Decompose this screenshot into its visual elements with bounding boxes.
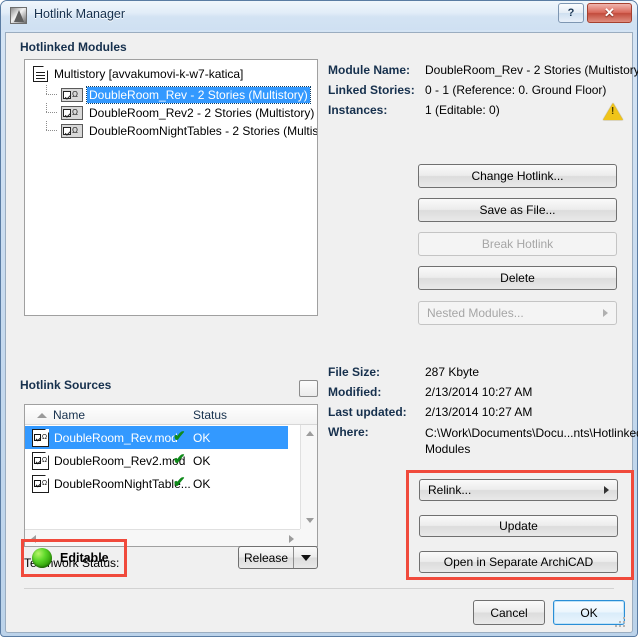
- window-controls: ? ✕: [558, 3, 632, 23]
- mod-file-icon: Ω: [32, 474, 49, 493]
- where-key: Where:: [328, 425, 369, 439]
- hotlinked-modules-label: Hotlinked Modules: [20, 40, 127, 54]
- hotlink-sources-list[interactable]: Name Status Ω DoubleRoom_Rev.mod ✔ OK Ω …: [24, 404, 318, 547]
- mod-file-icon: Ω: [32, 451, 49, 470]
- source-row-doubleroom-rev2[interactable]: Ω DoubleRoom_Rev2.mod ✔ OK: [25, 449, 288, 472]
- tree-elbow-icon: [43, 103, 61, 121]
- sources-vertical-scrollbar[interactable]: [300, 425, 317, 529]
- linked-stories-value: 0 - 1 (Reference: 0. Ground Floor): [425, 83, 607, 97]
- sources-expand-button[interactable]: [299, 380, 318, 397]
- source-status: OK: [193, 476, 211, 491]
- module-file-icon: [33, 66, 48, 82]
- chevron-right-icon: [604, 486, 609, 494]
- sources-header-row: Name Status: [25, 405, 317, 425]
- source-row-doubleroom-nighttables[interactable]: Ω DoubleRoomNightTable... ✔ OK: [25, 472, 288, 495]
- module-name-key: Module Name:: [328, 63, 411, 77]
- delete-button[interactable]: Delete: [418, 266, 617, 290]
- scroll-down-button[interactable]: [301, 512, 317, 529]
- resize-grip[interactable]: [614, 616, 626, 628]
- modified-value: 2/13/2014 10:27 AM: [425, 385, 533, 399]
- hotlink-sources-label: Hotlink Sources: [20, 378, 112, 392]
- break-hotlink-button: Break Hotlink: [418, 232, 617, 256]
- tree-item-doubleroom-rev[interactable]: Ω DoubleRoom_Rev - 2 Stories (Multistory…: [43, 85, 317, 104]
- triangle-up-icon: [305, 431, 314, 436]
- source-row-doubleroom-rev[interactable]: Ω DoubleRoom_Rev.mod ✔ OK: [25, 426, 288, 449]
- footer-divider: [24, 588, 614, 589]
- chevron-right-icon: [603, 309, 608, 317]
- teamwork-led-icon: [32, 548, 52, 568]
- tree-item-label: DoubleRoom_Rev - 2 Stories (Multistory): [86, 85, 311, 104]
- check-icon: ✔: [173, 428, 186, 445]
- relink-label: Relink...: [428, 483, 472, 497]
- source-name: DoubleRoomNightTable...: [54, 476, 191, 491]
- modified-key: Modified:: [328, 385, 382, 399]
- nested-modules-dropdown: Nested Modules...: [418, 301, 617, 325]
- cancel-button[interactable]: Cancel: [473, 600, 545, 625]
- dialog-body: Hotlinked Modules Multistory [avvakumovi…: [5, 32, 638, 633]
- scroll-up-button[interactable]: [301, 425, 317, 442]
- linked-stories-key: Linked Stories:: [328, 83, 415, 97]
- nested-modules-label: Nested Modules...: [427, 306, 524, 320]
- hotlink-module-icon: Ω: [61, 87, 83, 102]
- where-value: C:\Work\Documents\Docu...nts\Hotlinked M…: [425, 426, 638, 456]
- module-name-value: DoubleRoom_Rev - 2 Stories (Multistory): [425, 63, 638, 77]
- sort-ascending-icon[interactable]: [37, 413, 47, 418]
- triangle-down-icon: [305, 518, 314, 523]
- instances-key: Instances:: [328, 103, 388, 117]
- tree-item-label: DoubleRoom_Rev2 - 2 Stories (Multistory): [89, 105, 315, 120]
- scroll-corner: [300, 529, 317, 546]
- instances-value: 1 (Editable: 0): [425, 103, 500, 117]
- window-title: Hotlink Manager: [34, 7, 126, 21]
- help-button[interactable]: ?: [558, 3, 584, 23]
- source-status: OK: [193, 453, 211, 468]
- column-header-name[interactable]: Name: [53, 408, 85, 422]
- tree-elbow-icon: [43, 85, 61, 103]
- release-dropdown-arrow[interactable]: [293, 547, 317, 568]
- last-updated-key: Last updated:: [328, 405, 407, 419]
- file-size-key: File Size:: [328, 365, 381, 379]
- triangle-right-icon: [289, 534, 294, 543]
- change-hotlink-button[interactable]: Change Hotlink...: [418, 164, 617, 188]
- tree-elbow-icon: [43, 121, 61, 139]
- chevron-down-icon: [300, 554, 311, 561]
- file-size-value: 287 Kbyte: [425, 365, 480, 379]
- update-button[interactable]: Update: [419, 515, 618, 537]
- warning-triangle-icon: [603, 103, 623, 120]
- tree-item-doubleroom-nighttables[interactable]: Ω DoubleRoomNightTables - 2 Stories (Mul…: [43, 121, 318, 139]
- scroll-right-button[interactable]: [283, 530, 300, 546]
- tree-root-node[interactable]: Multistory [avvakumovi-k-w7-katica]: [33, 66, 243, 82]
- hotlink-module-icon: Ω: [61, 123, 83, 138]
- close-button[interactable]: ✕: [587, 3, 632, 23]
- hotlink-module-icon: Ω: [61, 105, 83, 120]
- archicad-app-icon: [10, 7, 27, 24]
- save-as-file-button[interactable]: Save as File...: [418, 198, 617, 222]
- last-updated-value: 2/13/2014 10:27 AM: [425, 405, 533, 419]
- source-name: DoubleRoom_Rev2.mod: [54, 453, 186, 468]
- tree-item-doubleroom-rev2[interactable]: Ω DoubleRoom_Rev2 - 2 Stories (Multistor…: [43, 103, 317, 121]
- release-split-button[interactable]: Release: [238, 546, 318, 569]
- source-name: DoubleRoom_Rev.mod: [54, 430, 178, 445]
- source-status: OK: [193, 430, 211, 445]
- tree-children: Ω DoubleRoom_Rev - 2 Stories (Multistory…: [43, 85, 318, 140]
- relink-dropdown[interactable]: Relink...: [419, 479, 618, 501]
- hotlinked-modules-tree[interactable]: Multistory [avvakumovi-k-w7-katica] Ω Do…: [24, 59, 318, 316]
- tree-item-label: DoubleRoomNightTables - 2 Stories (Multi…: [89, 123, 318, 138]
- tree-root-label: Multistory [avvakumovi-k-w7-katica]: [54, 67, 244, 81]
- mod-file-icon: Ω: [32, 428, 49, 447]
- title-bar: Hotlink Manager ? ✕: [1, 1, 637, 30]
- hotlink-manager-window: Hotlink Manager ? ✕ Hotlinked Modules Mu…: [0, 0, 638, 637]
- teamwork-state-text: Editable: [60, 551, 109, 565]
- check-icon: ✔: [173, 451, 186, 468]
- release-button-label[interactable]: Release: [239, 547, 293, 568]
- check-icon: ✔: [173, 474, 186, 491]
- open-in-separate-archicad-button[interactable]: Open in Separate ArchiCAD: [419, 551, 618, 573]
- column-header-status[interactable]: Status: [193, 408, 227, 422]
